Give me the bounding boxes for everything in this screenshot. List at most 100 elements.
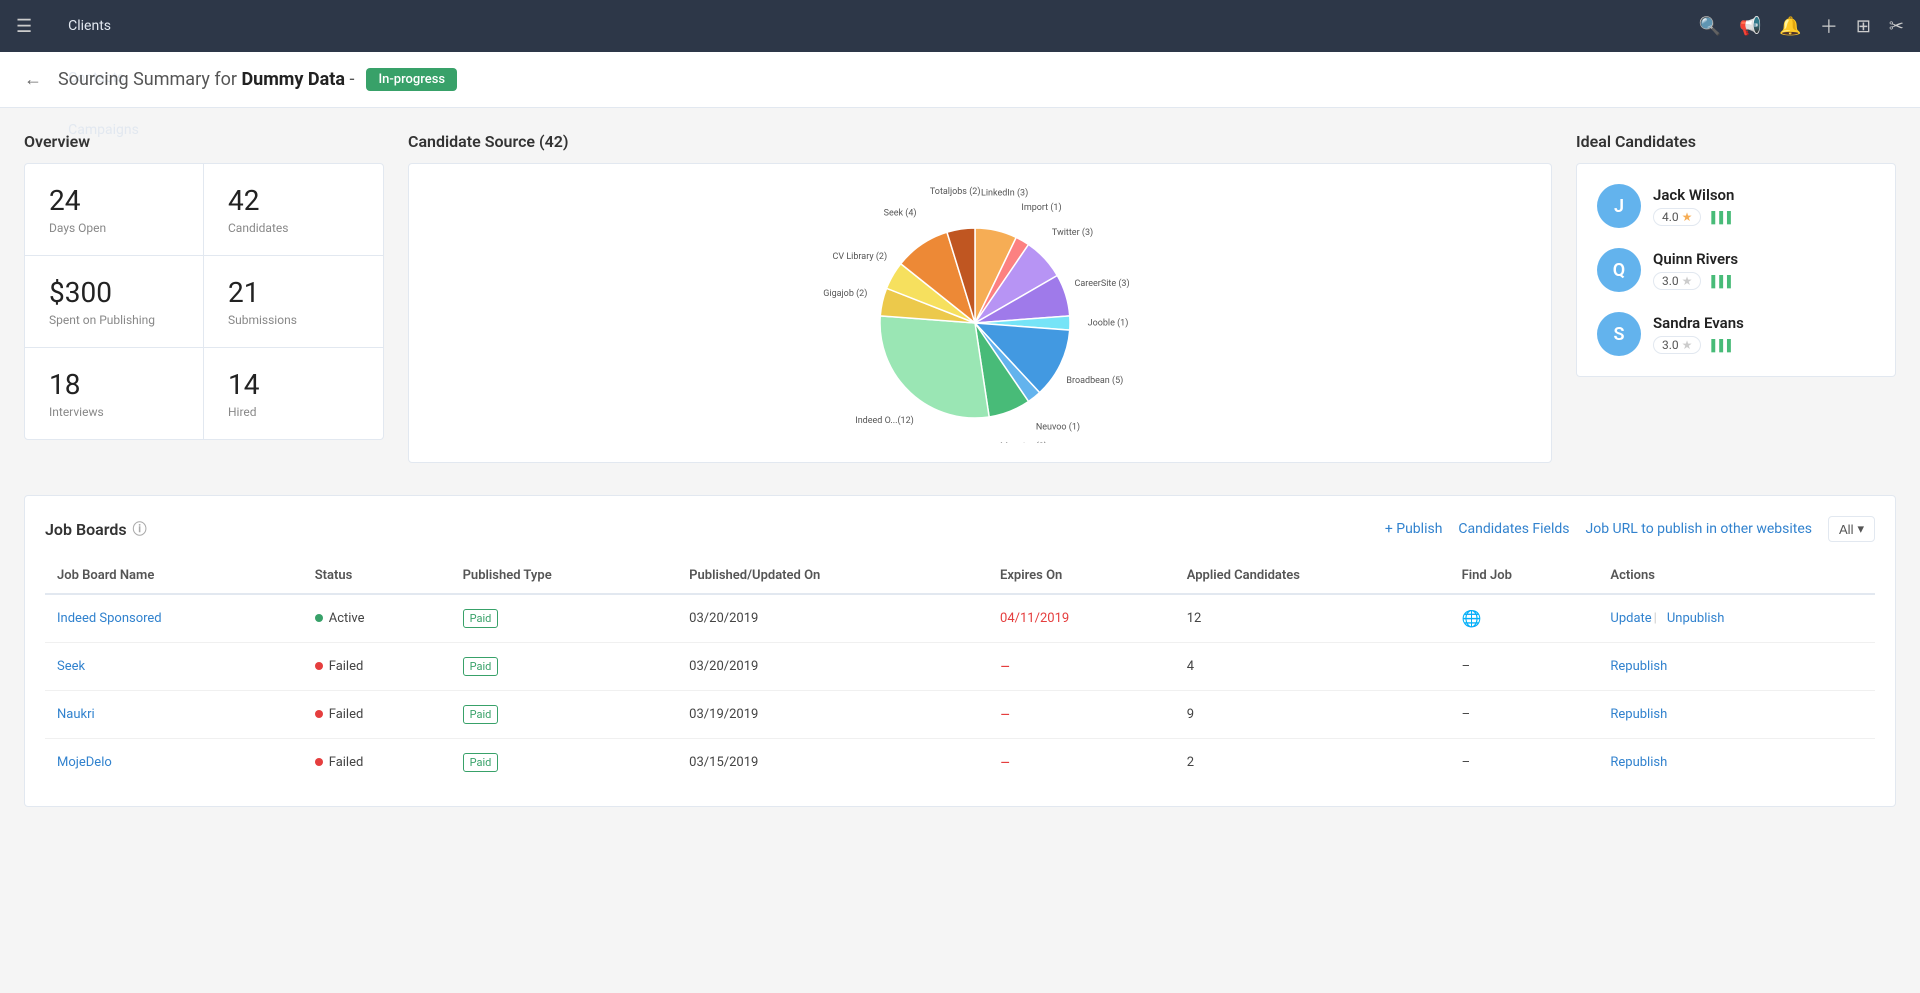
avatar: J (1597, 184, 1641, 228)
status-dot (315, 710, 323, 718)
overview-number: 14 (228, 368, 359, 401)
find-job-cell: – (1450, 691, 1599, 739)
status-dot (315, 662, 323, 670)
settings-icon[interactable]: ✂ (1889, 16, 1904, 37)
pie-label: Jooble (1) (1088, 317, 1129, 328)
table-column-header: Applied Candidates (1175, 558, 1450, 594)
table-row: Naukri Failed Paid 03/19/2019 – 9 – Repu… (45, 691, 1875, 739)
find-job-dash: – (1462, 755, 1471, 770)
find-job-cell: – (1450, 739, 1599, 787)
find-job-dash: – (1462, 707, 1471, 722)
republish-link[interactable]: Republish (1610, 755, 1667, 770)
pie-chart: LinkedIn (3)Import (1)Twitter (3)CareerS… (429, 183, 1531, 443)
notification-icon[interactable]: 🔔 (1779, 16, 1801, 37)
back-button[interactable]: ← (24, 69, 42, 90)
top-sections: Overview 24Days Open42Candidates$300Spen… (24, 132, 1896, 463)
candidate-info: Sandra Evans 3.0 ★ ▐▐▐ (1653, 314, 1744, 354)
expires-dash: – (1000, 753, 1011, 772)
overview-title: Overview (24, 132, 384, 151)
published-type-cell: Paid (451, 594, 678, 643)
overview-cell: 21Submissions (204, 256, 383, 348)
pie-label: Gigajob (2) (823, 288, 867, 299)
status-cell: Failed (303, 691, 451, 739)
ideal-candidates-section: Ideal Candidates J Jack Wilson 4.0 ★ ▐▐▐… (1576, 132, 1896, 463)
overview-label: Days Open (49, 221, 179, 235)
job-url-link[interactable]: Job URL to publish in other websites (1586, 521, 1813, 537)
board-name-cell: Naukri (45, 691, 303, 739)
paid-badge: Paid (463, 705, 499, 724)
candidate-row: Q Quinn Rivers 3.0 ★ ▐▐▐ (1597, 248, 1875, 292)
paid-badge: Paid (463, 657, 499, 676)
published-on-cell: 03/15/2019 (677, 739, 988, 787)
chevron-down-icon: ▾ (1857, 521, 1864, 537)
status-text: Failed (329, 707, 364, 722)
table-column-header: Expires On (988, 558, 1175, 594)
search-icon[interactable]: 🔍 (1699, 16, 1721, 37)
grid-icon[interactable]: ⊞ (1856, 16, 1871, 37)
candidates-fields-link[interactable]: Candidates Fields (1458, 521, 1569, 537)
expires-on-cell: – (988, 643, 1175, 691)
board-name-link[interactable]: Seek (57, 659, 85, 674)
find-job-cell: – (1450, 643, 1599, 691)
unpublish-link[interactable]: Unpublish (1667, 611, 1725, 626)
published-on-cell: 03/20/2019 (677, 594, 988, 643)
menu-icon[interactable]: ☰ (16, 16, 32, 37)
status-cell: Failed (303, 643, 451, 691)
job-boards-title: Job Boards ⓘ (45, 519, 147, 539)
pie-label: CV Library (2) (833, 251, 888, 262)
status-cell: Active (303, 594, 451, 643)
filter-dropdown[interactable]: All ▾ (1828, 516, 1875, 542)
published-type-cell: Paid (451, 691, 678, 739)
table-column-header: Status (303, 558, 451, 594)
candidate-row: S Sandra Evans 3.0 ★ ▐▐▐ (1597, 312, 1875, 356)
overview-number: 18 (49, 368, 179, 401)
board-name-cell: Indeed Sponsored (45, 594, 303, 643)
paid-badge: Paid (463, 609, 499, 628)
overview-cell: 42Candidates (204, 164, 383, 256)
overview-cell: 14 Hired (204, 348, 383, 439)
overview-cell: 24Days Open (25, 164, 204, 256)
overview-grid: 24Days Open42Candidates$300Spent on Publ… (24, 163, 384, 440)
board-name-link[interactable]: Naukri (57, 707, 95, 722)
info-icon: ⓘ (133, 519, 147, 539)
rating-row: 3.0 ★ ▐▐▐ (1653, 336, 1744, 354)
table-row: Seek Failed Paid 03/20/2019 – 4 – Republ… (45, 643, 1875, 691)
update-link[interactable]: Update (1610, 611, 1651, 626)
republish-link[interactable]: Republish (1610, 659, 1667, 674)
status-dot (315, 758, 323, 766)
table-column-header: Job Board Name (45, 558, 303, 594)
find-job-dash: – (1462, 659, 1471, 674)
filter-label: All (1839, 522, 1853, 537)
republish-link[interactable]: Republish (1610, 707, 1667, 722)
board-name-cell: MojeDelo (45, 739, 303, 787)
title-separator: - (349, 69, 354, 90)
board-name-link[interactable]: MojeDelo (57, 755, 112, 770)
ideal-candidates-title: Ideal Candidates (1576, 132, 1896, 151)
separator: | (1654, 611, 1657, 626)
header-actions: + Publish Candidates Fields Job URL to p… (1385, 516, 1875, 542)
title-main: Dummy Data (241, 69, 345, 90)
pie-label: Twitter (3) (1052, 227, 1093, 238)
globe-icon[interactable]: 🌐 (1462, 609, 1482, 628)
published-on-cell: 03/20/2019 (677, 643, 988, 691)
applied-candidates-cell: 12 (1175, 594, 1450, 643)
add-icon[interactable]: ＋ (1820, 13, 1838, 39)
expires-dash: – (1000, 705, 1011, 724)
expires-on-cell: – (988, 739, 1175, 787)
status-cell: Failed (303, 739, 451, 787)
expires-date: 04/11/2019 (1000, 611, 1069, 626)
board-name-link[interactable]: Indeed Sponsored (57, 611, 162, 626)
candidate-row: J Jack Wilson 4.0 ★ ▐▐▐ (1597, 184, 1875, 228)
paid-badge: Paid (463, 753, 499, 772)
candidate-info: Quinn Rivers 3.0 ★ ▐▐▐ (1653, 250, 1738, 290)
title-prefix: Sourcing Summary for (58, 69, 237, 90)
pie-segment (880, 316, 989, 418)
announcement-icon[interactable]: 📢 (1739, 16, 1761, 37)
board-name-cell: Seek (45, 643, 303, 691)
rating-row: 4.0 ★ ▐▐▐ (1653, 208, 1734, 226)
page-header: ← Sourcing Summary for Dummy Data - In-p… (0, 52, 1920, 108)
publish-button[interactable]: + Publish (1385, 521, 1443, 537)
rating-row: 3.0 ★ ▐▐▐ (1653, 272, 1738, 290)
nav-item-clients[interactable]: Clients (52, 0, 170, 52)
overview-label: Hired (228, 405, 359, 419)
